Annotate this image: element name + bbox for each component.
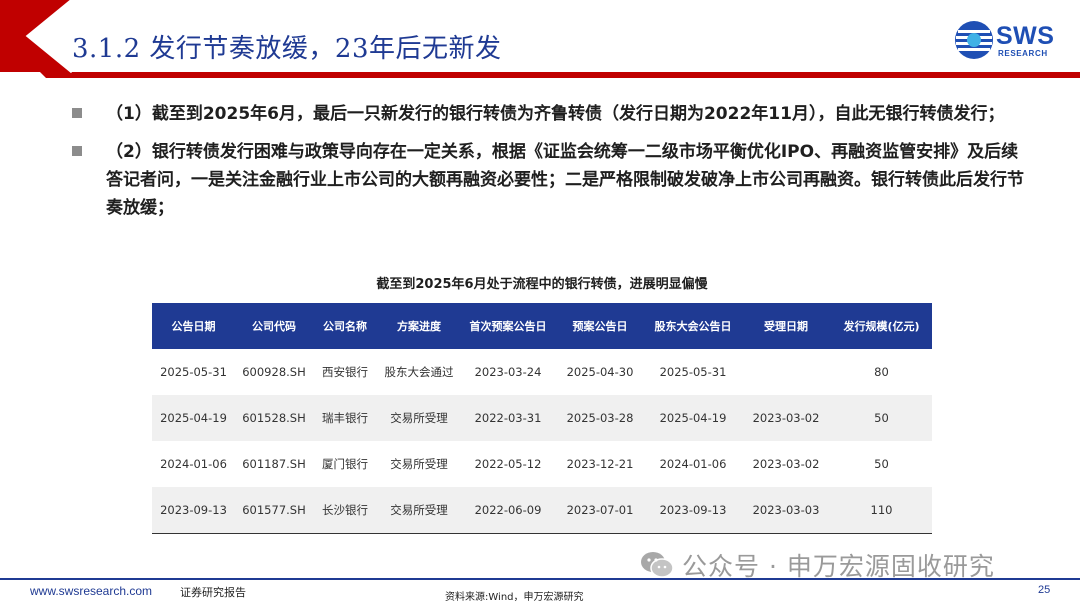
column-header: 发行规模(亿元) — [831, 303, 932, 349]
wechat-icon — [641, 552, 674, 578]
column-header: 方案进度 — [377, 303, 461, 349]
page-title: 3.1.2 发行节奏放缓，23年后无新发 — [72, 34, 502, 64]
square-bullet-icon — [72, 108, 82, 118]
table-cell: 110 — [831, 487, 932, 534]
table-cell: 交易所受理 — [377, 487, 461, 534]
table-cell: 长沙银行 — [313, 487, 377, 534]
table-header-row: 公告日期 公司代码 公司名称 方案进度 首次预案公告日 预案公告日 股东大会公告… — [152, 303, 932, 349]
table-caption: 截至到2025年6月处于流程中的银行转债，进展明显偏慢 — [376, 277, 708, 292]
bullet-text-2: （2）银行转债发行困难与政策导向存在一定关系，根据《证监会统筹一二级市场平衡优化… — [106, 142, 1024, 218]
table-cell: 交易所受理 — [377, 395, 461, 441]
table-cell: 601528.SH — [235, 395, 313, 441]
table-cell: 2024-01-06 — [659, 457, 727, 471]
table-cell: 交易所受理 — [390, 457, 448, 471]
footer-divider — [0, 578, 1080, 580]
footer-source: 资料来源:Wind，申万宏源研究 — [445, 592, 584, 603]
footer-website-link[interactable]: www.swsresearch.com — [30, 584, 152, 598]
table-row: 2025-04-19 601528.SH 瑞丰银行 交易所受理 2022-03-… — [152, 395, 932, 441]
table-cell: 2025-05-31 — [160, 365, 227, 379]
table-row: 2023-09-13 601577.SH 长沙银行 交易所受理 2022-06-… — [152, 487, 932, 534]
square-bullet-icon — [72, 146, 82, 156]
table-cell: 2023-09-13 — [152, 487, 235, 534]
table-cell: 瑞丰银行 — [313, 395, 377, 441]
table-cell — [741, 349, 831, 395]
table-row: 2024-01-06 601187.SH 厦门银行 交易所受理 2022-05-… — [152, 441, 932, 487]
table-cell: 80 — [874, 365, 889, 379]
logo-subtext: RESEARCH — [998, 49, 1048, 58]
table-cell: 股东大会通过 — [384, 365, 454, 379]
sws-globe-icon — [955, 21, 993, 59]
column-header: 预案公告日 — [555, 303, 645, 349]
table-cell: 2025-04-30 — [566, 365, 634, 379]
table-cell: 2025-03-28 — [555, 395, 645, 441]
table-cell: 2023-12-21 — [566, 457, 634, 471]
bullet-text-1: （1）截至到2025年6月，最后一只新发行的银行转债为齐鲁转债（发行日期为202… — [106, 104, 1005, 124]
column-header: 公司代码 — [235, 303, 313, 349]
logo-wordmark: SWS — [996, 22, 1055, 50]
table-cell: 50 — [874, 457, 889, 471]
table-cell: 601577.SH — [235, 487, 313, 534]
column-header: 股东大会公告日 — [645, 303, 741, 349]
table-cell: 2025-05-31 — [659, 365, 727, 379]
table-cell: 2023-07-01 — [555, 487, 645, 534]
table-cell: 2022-05-12 — [474, 457, 542, 471]
column-header: 首次预案公告日 — [461, 303, 555, 349]
page-number: 25 — [1038, 584, 1051, 596]
convertible-bond-table: 公告日期 公司代码 公司名称 方案进度 首次预案公告日 预案公告日 股东大会公告… — [152, 303, 932, 534]
table-cell: 2023-03-02 — [741, 395, 831, 441]
footer-report-label: 证券研究报告 — [180, 586, 246, 599]
table-cell: 600928.SH — [242, 365, 306, 379]
bullet-item-1: （1）截至到2025年6月，最后一只新发行的银行转债为齐鲁转债（发行日期为202… — [72, 100, 1032, 128]
table-cell: 2024-01-06 — [160, 457, 227, 471]
table-cell: 2022-03-31 — [461, 395, 555, 441]
table-cell: 601187.SH — [242, 457, 306, 471]
sws-logo: SWS RESEARCH — [954, 20, 1064, 62]
table-cell: 2025-04-19 — [152, 395, 235, 441]
table-cell: 厦门银行 — [322, 457, 368, 471]
bullet-list: （1）截至到2025年6月，最后一只新发行的银行转债为齐鲁转债（发行日期为202… — [72, 100, 1032, 232]
table-cell: 2025-04-19 — [645, 395, 741, 441]
table-cell: 2023-03-24 — [474, 365, 542, 379]
table-cell: 50 — [831, 395, 932, 441]
bullet-item-2: （2）银行转债发行困难与政策导向存在一定关系，根据《证监会统筹一二级市场平衡优化… — [72, 138, 1032, 222]
table-cell: 西安银行 — [322, 365, 368, 379]
table-cell: 2023-09-13 — [645, 487, 741, 534]
column-header: 公司名称 — [313, 303, 377, 349]
slide-header: 3.1.2 发行节奏放缓，23年后无新发 SWS RESEARCH — [0, 0, 1080, 82]
column-header: 公告日期 — [152, 303, 235, 349]
table-cell: 2022-06-09 — [461, 487, 555, 534]
column-header: 受理日期 — [741, 303, 831, 349]
wechat-watermark: 公众号 · 申万宏源固收研究 — [640, 548, 995, 582]
table-row: 2025-05-31 600928.SH 西安银行 股东大会通过 2023-03… — [152, 349, 932, 395]
table-cell: 2023-03-02 — [752, 457, 820, 471]
table-cell: 2023-03-03 — [741, 487, 831, 534]
